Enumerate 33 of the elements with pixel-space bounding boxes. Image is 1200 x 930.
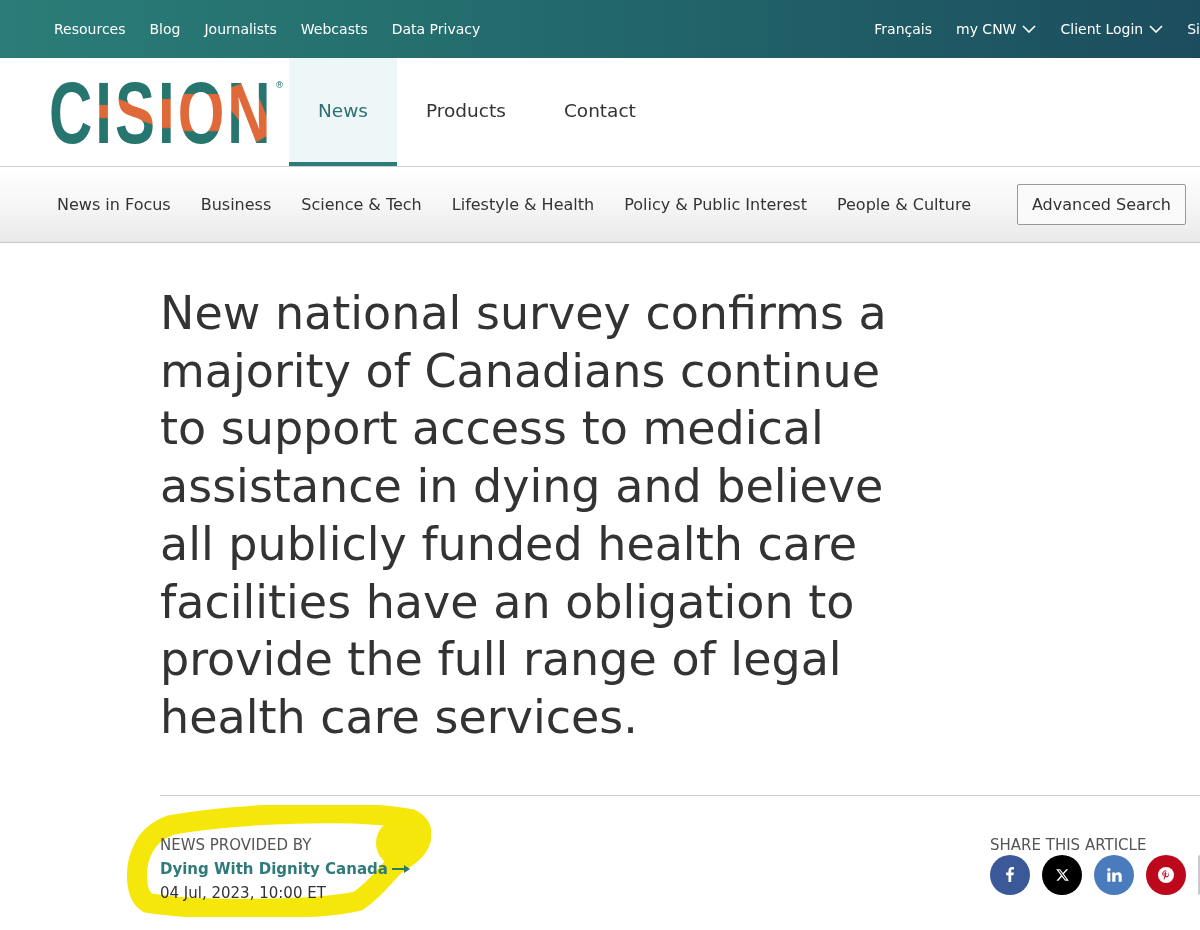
advanced-search-button[interactable]: Advanced Search: [1016, 184, 1186, 225]
top-nav-link[interactable]: Blog: [149, 21, 181, 37]
provider-label: NEWS PROVIDED BY: [160, 834, 313, 856]
top-nav-link[interactable]: Webcasts: [300, 21, 368, 37]
top-nav-link[interactable]: Data Privacy: [391, 21, 481, 37]
category-link[interactable]: People & Culture: [836, 195, 971, 214]
logo[interactable]: CISION®: [47, 78, 287, 148]
linkedin-icon: [1106, 867, 1122, 882]
facebook-icon: [1006, 867, 1014, 883]
share-button[interactable]: [1146, 854, 1186, 895]
chevron-down-icon: [1022, 25, 1037, 33]
pinterest-icon: [1158, 866, 1174, 883]
nav-tab[interactable]: News: [289, 58, 397, 166]
top-nav-link[interactable]: Journalists: [204, 21, 277, 37]
top-nav-link[interactable]: Si: [1187, 21, 1200, 37]
category-link[interactable]: Science & Tech: [301, 195, 422, 214]
x-icon: [1055, 868, 1069, 881]
top-nav-link[interactable]: my CNW: [956, 21, 1037, 37]
headline: New national survey confirms a majority of Canadians continue to support access to medical assistance in dying and believe all publicly funded health care facilities have an obligation to provide the full range of legal health care services.: [160, 285, 888, 746]
share-button[interactable]: [990, 854, 1030, 895]
nav-tab[interactable]: Products: [397, 58, 535, 166]
chevron-down-icon: [1149, 25, 1164, 33]
top-nav-link[interactable]: Client Login: [1060, 21, 1164, 37]
arrow-right-icon: [391, 864, 410, 873]
category-link[interactable]: News in Focus: [57, 195, 171, 214]
category-link[interactable]: Policy & Public Interest: [624, 195, 807, 214]
top-nav-link[interactable]: Resources: [54, 21, 126, 37]
share-button[interactable]: [1042, 854, 1082, 895]
share-label: SHARE THIS ARTICLE: [990, 834, 1148, 856]
category-link[interactable]: Lifestyle & Health: [451, 195, 595, 214]
nav-tab[interactable]: Contact: [534, 58, 665, 166]
top-nav-link[interactable]: Français: [874, 21, 932, 37]
category-link[interactable]: Business: [200, 195, 272, 214]
